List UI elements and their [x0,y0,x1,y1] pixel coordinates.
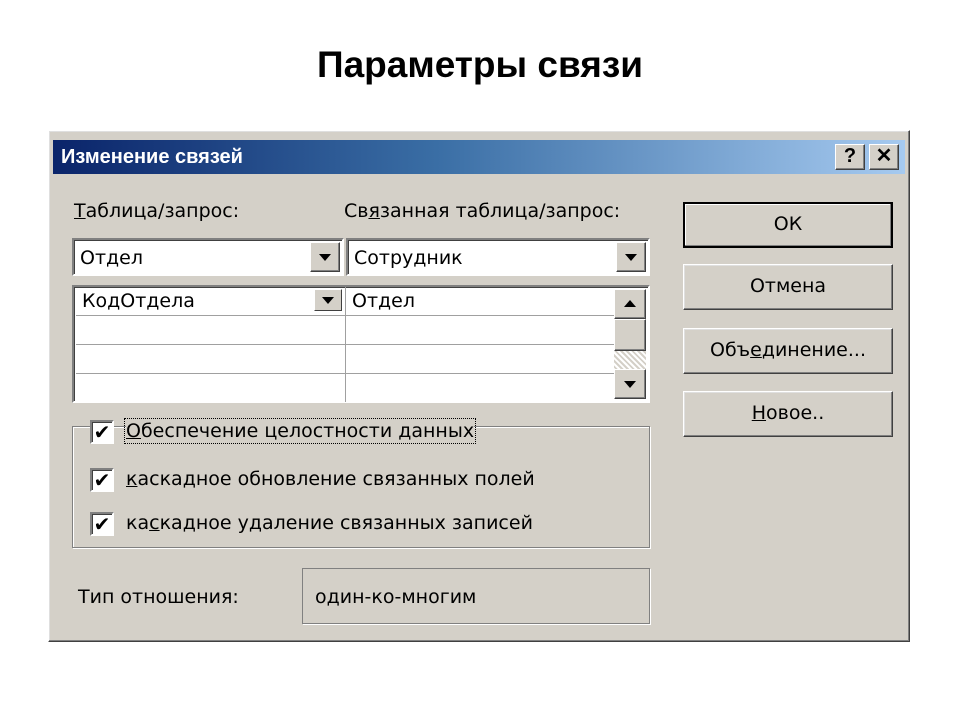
join-type-button[interactable]: Объединение... [683,328,893,374]
cascade-update-label[interactable]: каскадное обновление связанных полей [126,468,535,490]
fields-grid: КодОтдела Отдел [72,285,650,403]
table-row[interactable]: КодОтдела Отдел [76,287,616,316]
right-field-value: Отдел [352,290,415,312]
related-table-query-label: Связанная таблица/запрос: [344,200,621,222]
right-field-cell[interactable] [346,345,616,373]
scroll-thumb[interactable] [614,319,646,351]
related-table-select[interactable]: Сотрудник [346,238,650,276]
table-row[interactable] [76,345,616,374]
left-field-cell[interactable] [76,345,346,373]
left-field-value: КодОтдела [82,290,195,312]
relationship-type-box: один-ко-многим [302,568,650,624]
chevron-down-icon[interactable] [616,242,646,272]
table-query-label: Таблица/запрос: [74,200,240,222]
integrity-label[interactable]: Обеспечение целостности данных [123,418,477,444]
left-field-cell[interactable] [76,374,346,402]
table-row[interactable] [76,374,616,403]
relationship-type-value: один-ко-многим [315,586,477,608]
related-table-select-value: Сотрудник [354,247,463,269]
table-select[interactable]: Отдел [72,238,344,276]
ok-button[interactable]: ОК [683,202,893,248]
help-button[interactable]: ? [835,144,865,170]
right-field-cell[interactable] [346,374,616,402]
relationship-type-label: Тип отношения: [78,586,239,608]
slide-title: Параметры связи [317,44,643,85]
scroll-down-icon[interactable] [614,369,646,399]
left-field-cell[interactable] [76,316,346,344]
dialog-title: Изменение связей [61,146,243,168]
right-field-cell[interactable]: Отдел [346,287,616,315]
right-field-cell[interactable] [346,316,616,344]
vertical-scrollbar[interactable] [614,289,646,399]
create-new-button[interactable]: Новое.. [683,391,893,437]
cascade-delete-label[interactable]: каскадное удаление связанных записей [126,512,533,534]
chevron-down-icon[interactable] [310,242,340,272]
scroll-up-icon[interactable] [614,289,646,319]
cascade-update-checkbox[interactable]: ✔ [90,468,114,492]
table-row[interactable] [76,316,616,345]
table-select-value: Отдел [80,247,143,269]
close-button[interactable]: ✕ [869,144,899,170]
integrity-checkbox[interactable]: ✔ [90,420,114,444]
chevron-down-icon[interactable] [314,289,342,311]
dialog-titlebar[interactable]: Изменение связей ? ✕ [53,140,905,174]
left-field-cell[interactable]: КодОтдела [76,287,346,315]
cascade-delete-checkbox[interactable]: ✔ [90,512,114,536]
cancel-button[interactable]: Отмена [683,264,893,310]
